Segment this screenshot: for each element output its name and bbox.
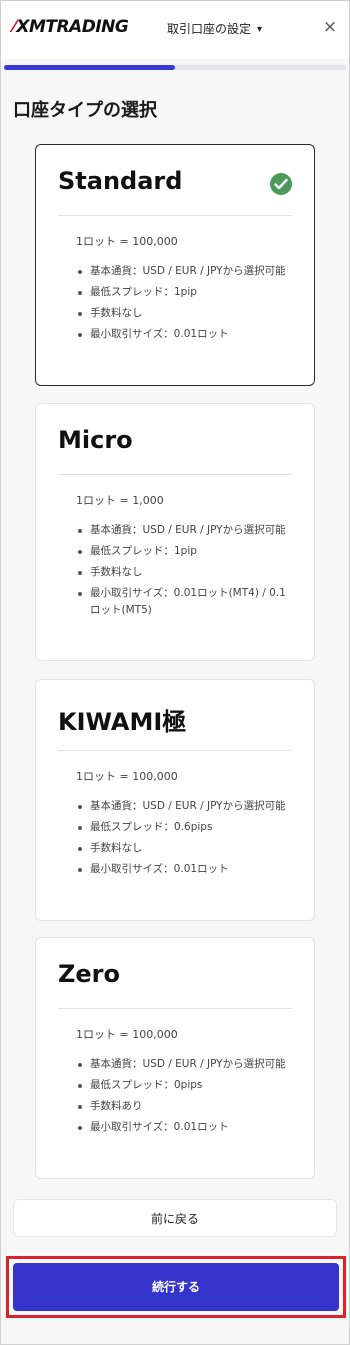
feature-list: 基本通貨：USD / EUR / JPYから選択可能 最低スプレッド：1pip … — [76, 263, 296, 347]
feature-item: 最低スプレッド：1pip — [76, 543, 296, 560]
check-circle-icon — [270, 173, 292, 195]
continue-button[interactable]: 続行する — [13, 1263, 339, 1311]
account-settings-menu[interactable]: 取引口座の設定 ▾ — [167, 20, 262, 37]
lot-size: 1ロット = 1,000 — [76, 494, 164, 507]
account-card-micro[interactable]: Micro 1ロット = 1,000 基本通貨：USD / EUR / JPYか… — [35, 403, 315, 661]
feature-item: 手数料なし — [76, 564, 296, 581]
app-frame: ⁄XMTRADING 取引口座の設定 ▾ × 口座タイプの選択 Standard … — [0, 0, 350, 1345]
feature-list: 基本通貨：USD / EUR / JPYから選択可能 最低スプレッド：0pips… — [76, 1056, 296, 1140]
card-title: Zero — [58, 960, 121, 988]
card-divider — [58, 750, 292, 751]
feature-item: 基本通貨：USD / EUR / JPYから選択可能 — [76, 522, 296, 539]
section-title: 口座タイプの選択 — [13, 100, 157, 121]
feature-item: 基本通貨：USD / EUR / JPYから選択可能 — [76, 798, 296, 815]
feature-item: 最低スプレッド：1pip — [76, 284, 296, 301]
card-title: Standard — [58, 167, 183, 195]
logo-mark-icon: ⁄ — [13, 17, 16, 37]
progress-bar — [4, 65, 346, 70]
account-card-standard[interactable]: Standard 1ロット = 100,000 基本通貨：USD / EUR /… — [35, 144, 315, 386]
feature-list: 基本通貨：USD / EUR / JPYから選択可能 最低スプレッド：1pip … — [76, 522, 296, 623]
feature-item: 基本通貨：USD / EUR / JPYから選択可能 — [76, 1056, 296, 1073]
feature-item: 最小取引サイズ：0.01ロット(MT4) / 0.1ロット(MT5) — [76, 585, 296, 619]
account-settings-label: 取引口座の設定 — [167, 22, 252, 36]
header: ⁄XMTRADING 取引口座の設定 ▾ × — [1, 1, 349, 59]
card-title: KIWAMI極 — [58, 708, 187, 736]
feature-list: 基本通貨：USD / EUR / JPYから選択可能 最低スプレッド：0.6pi… — [76, 798, 296, 882]
account-card-zero[interactable]: Zero 1ロット = 100,000 基本通貨：USD / EUR / JPY… — [35, 937, 315, 1179]
feature-item: 手数料なし — [76, 840, 296, 857]
card-divider — [58, 215, 292, 216]
logo-text: XMTRADING — [16, 17, 129, 37]
lot-size: 1ロット = 100,000 — [76, 770, 178, 783]
back-button[interactable]: 前に戻る — [13, 1199, 337, 1237]
feature-item: 最低スプレッド：0pips — [76, 1077, 296, 1094]
card-divider — [58, 1008, 292, 1009]
account-card-kiwami[interactable]: KIWAMI極 1ロット = 100,000 基本通貨：USD / EUR / … — [35, 679, 315, 921]
lot-size: 1ロット = 100,000 — [76, 1028, 178, 1041]
feature-item: 最小取引サイズ：0.01ロット — [76, 861, 296, 878]
card-title: Micro — [58, 426, 133, 454]
xm-logo[interactable]: ⁄XMTRADING — [13, 17, 129, 37]
card-divider — [58, 474, 292, 475]
lot-size: 1ロット = 100,000 — [76, 235, 178, 248]
feature-item: 最小取引サイズ：0.01ロット — [76, 326, 296, 343]
feature-item: 手数料あり — [76, 1098, 296, 1115]
close-button[interactable]: × — [319, 15, 341, 39]
feature-item: 手数料なし — [76, 305, 296, 322]
feature-item: 基本通貨：USD / EUR / JPYから選択可能 — [76, 263, 296, 280]
close-icon: × — [322, 17, 338, 37]
feature-item: 最低スプレッド：0.6pips — [76, 819, 296, 836]
feature-item: 最小取引サイズ：0.01ロット — [76, 1119, 296, 1136]
progress-bar-fill — [4, 65, 175, 70]
chevron-down-icon: ▾ — [257, 24, 263, 35]
